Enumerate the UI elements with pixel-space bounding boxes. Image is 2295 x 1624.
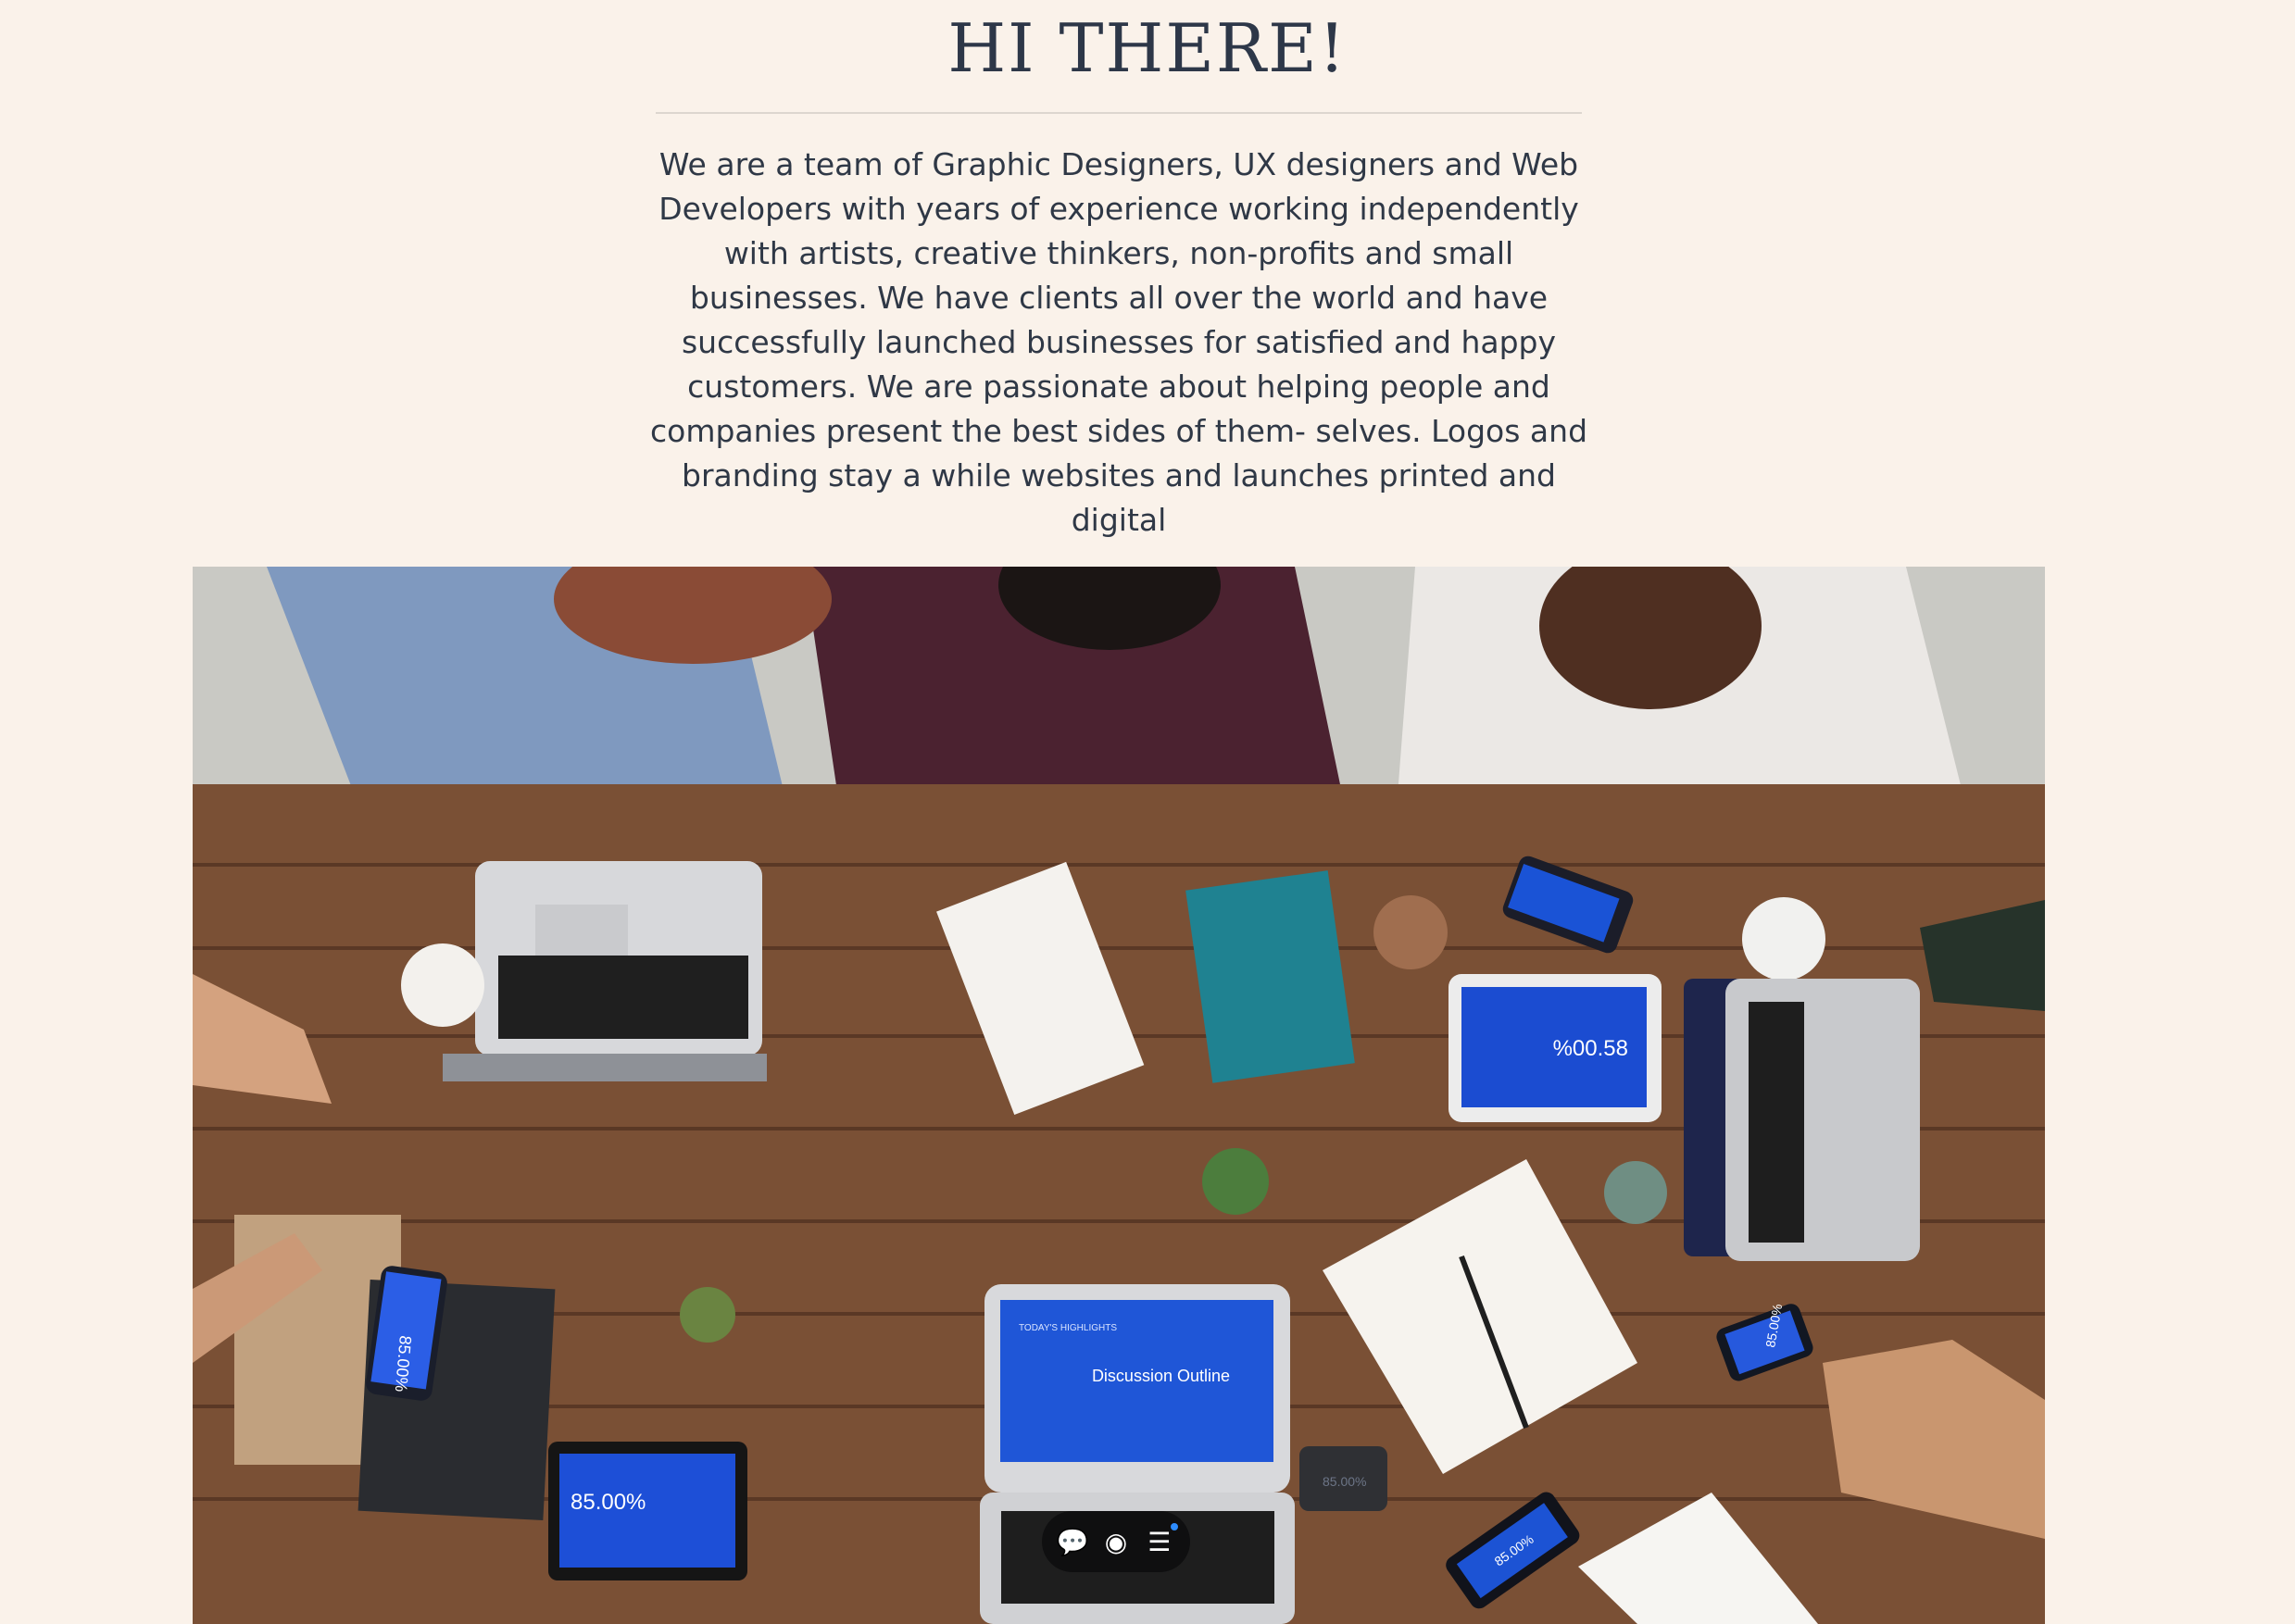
notification-dot [1170, 1523, 1178, 1530]
teal-book [1185, 870, 1355, 1083]
small-device-value: 85.00% [1323, 1474, 1366, 1489]
plant-center [1202, 1148, 1269, 1215]
comment-icon[interactable]: 💬 [1054, 1523, 1091, 1560]
view-icon[interactable]: ◉ [1097, 1523, 1135, 1560]
laptop-center-header: TODAY'S HIGHLIGHTS [1019, 1323, 1117, 1333]
hero-image: %00.58 85.00% 85.00% TODAY'S HIGHLIGHTS … [193, 567, 2045, 1624]
tablet-bottom-value: 85.00% [571, 1490, 646, 1515]
plant-right [1604, 1161, 1667, 1224]
menu-icon[interactable]: ☰ [1141, 1523, 1178, 1560]
laptop-center-title: Discussion Outline [1092, 1367, 1230, 1385]
intro-paragraph: We are a team of Graphic Designers, UX d… [649, 146, 1588, 538]
mug-right [1742, 897, 1825, 981]
plant-left [680, 1287, 735, 1343]
tablet-right-value: %00.58 [1553, 1036, 1628, 1061]
page: HI THERE! We are a team of Graphic Desig… [0, 0, 2295, 1624]
mug-left [401, 943, 484, 1027]
page-title: HI THERE! [947, 9, 1348, 87]
title-divider [656, 112, 1582, 114]
floating-toolbar[interactable]: 💬 ◉ ☰ [1042, 1511, 1190, 1572]
meeting-table-illustration: %00.58 85.00% 85.00% TODAY'S HIGHLIGHTS … [193, 567, 2045, 1624]
mug-center [1373, 895, 1448, 969]
